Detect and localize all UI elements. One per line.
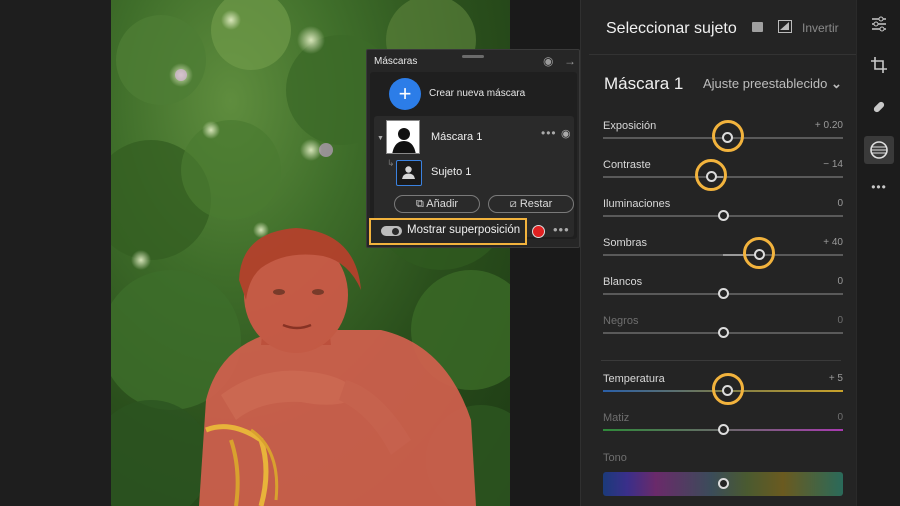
highlight-ring: [711, 373, 744, 405]
slider-label: Matiz: [603, 412, 630, 424]
add-button-label: Añadir: [426, 198, 459, 210]
subject-thumbnail[interactable]: [396, 160, 422, 186]
mask-name-heading: Máscara 1: [604, 74, 684, 93]
edit-sliders-icon[interactable]: [868, 15, 890, 37]
panel-title: Seleccionar sujeto: [606, 20, 737, 37]
create-mask-button[interactable]: +: [389, 78, 421, 110]
create-mask-label[interactable]: Crear nueva máscara: [429, 88, 525, 99]
highlight-ring: [695, 159, 727, 191]
slider-highlights[interactable]: Iluminaciones 0: [603, 198, 843, 234]
subtract-icon: ⧄: [509, 198, 517, 210]
overlay-label: Mostrar superposición: [407, 224, 521, 236]
slider-whites[interactable]: Blancos 0: [603, 276, 843, 312]
add-icon: ⧉: [415, 198, 424, 210]
slider-value[interactable]: + 0.20: [815, 120, 843, 131]
subtract-button[interactable]: ⧄ Restar: [488, 195, 574, 213]
slider-thumb[interactable]: [717, 478, 729, 489]
masking-icon[interactable]: [864, 136, 894, 164]
invert-button[interactable]: Invertir: [802, 21, 839, 35]
overlay-more-icon[interactable]: •••: [553, 222, 570, 237]
slider-label: Iluminaciones: [603, 198, 671, 210]
highlight-ring: [743, 237, 775, 269]
healing-icon[interactable]: [868, 98, 890, 120]
slider-label: Blancos: [603, 276, 643, 288]
slider-label: Tono: [603, 452, 627, 464]
slider-value[interactable]: + 5: [829, 373, 843, 384]
divider: [601, 360, 841, 361]
left-gutter: [0, 0, 111, 506]
mask-more-icon[interactable]: •••: [541, 126, 557, 140]
slider-tint[interactable]: Matiz 0: [603, 412, 843, 448]
invert-icon[interactable]: [778, 20, 792, 33]
subject-person-icon: [402, 166, 415, 179]
preset-label: Ajuste preestablecido: [703, 76, 828, 91]
overlay-toggle-switch[interactable]: [381, 226, 402, 236]
slider-contrast[interactable]: Contraste − 14: [603, 159, 843, 195]
add-button[interactable]: ⧉ Añadir: [394, 195, 480, 213]
show-overlay-toggle-row[interactable]: Mostrar superposición: [369, 218, 527, 245]
mask-adjustments-panel: Seleccionar sujeto Invertir Máscara 1 Aj…: [580, 0, 857, 506]
slider-thumb[interactable]: [717, 327, 729, 338]
comment-icon[interactable]: [752, 22, 763, 32]
slider-label: Temperatura: [603, 373, 665, 385]
masks-list: + Crear nueva máscara ▼ Máscara 1 ••• ◉ …: [370, 72, 577, 239]
slider-label: Contraste: [603, 159, 651, 171]
expand-arrow-icon[interactable]: ▼: [377, 135, 384, 142]
panel-drag-handle[interactable]: [462, 55, 484, 58]
slider-thumb[interactable]: [717, 424, 729, 435]
mask-visibility-icon[interactable]: ◉: [561, 127, 571, 140]
slider-temperature[interactable]: Temperatura + 5: [603, 373, 843, 409]
slider-value[interactable]: 0: [837, 198, 843, 209]
slider-blacks[interactable]: Negros 0: [603, 315, 843, 351]
subtract-button-label: Restar: [519, 198, 553, 210]
overlay-color-swatch[interactable]: [532, 225, 545, 238]
slider-thumb[interactable]: [717, 288, 729, 299]
slider-thumb[interactable]: [717, 210, 729, 221]
divider: [589, 54, 857, 55]
crop-icon[interactable]: [868, 56, 890, 78]
mask-name-label[interactable]: Máscara 1: [431, 131, 482, 143]
slider-value[interactable]: − 14: [823, 159, 843, 170]
mask-thumbnail[interactable]: [386, 120, 420, 154]
slider-shadows[interactable]: Sombras + 40: [603, 237, 843, 273]
preset-dropdown[interactable]: Ajuste preestablecido ⌄: [703, 76, 842, 92]
collapse-arrow-icon[interactable]: →: [564, 54, 576, 68]
component-link-icon: ↳: [387, 158, 395, 168]
subject-label[interactable]: Sujeto 1: [431, 166, 471, 178]
slider-exposure[interactable]: Exposición + 0.20: [603, 120, 843, 156]
slider-label: Negros: [603, 315, 639, 327]
mask-silhouette-icon: [387, 121, 419, 153]
right-toolbar: •••: [856, 0, 900, 506]
highlight-ring: [711, 120, 744, 152]
slider-value[interactable]: 0: [837, 276, 843, 287]
hue-bar[interactable]: [603, 472, 843, 496]
slider-value[interactable]: + 40: [823, 237, 843, 248]
more-icon[interactable]: •••: [868, 176, 890, 198]
slider-value[interactable]: 0: [837, 315, 843, 326]
masks-panel-title: Máscaras: [374, 56, 418, 67]
slider-label: Exposición: [603, 120, 657, 132]
eye-icon[interactable]: ◉: [543, 54, 553, 68]
slider-label: Sombras: [603, 237, 648, 249]
slider-value[interactable]: 0: [837, 412, 843, 423]
chevron-down-icon: ⌄: [830, 76, 842, 91]
